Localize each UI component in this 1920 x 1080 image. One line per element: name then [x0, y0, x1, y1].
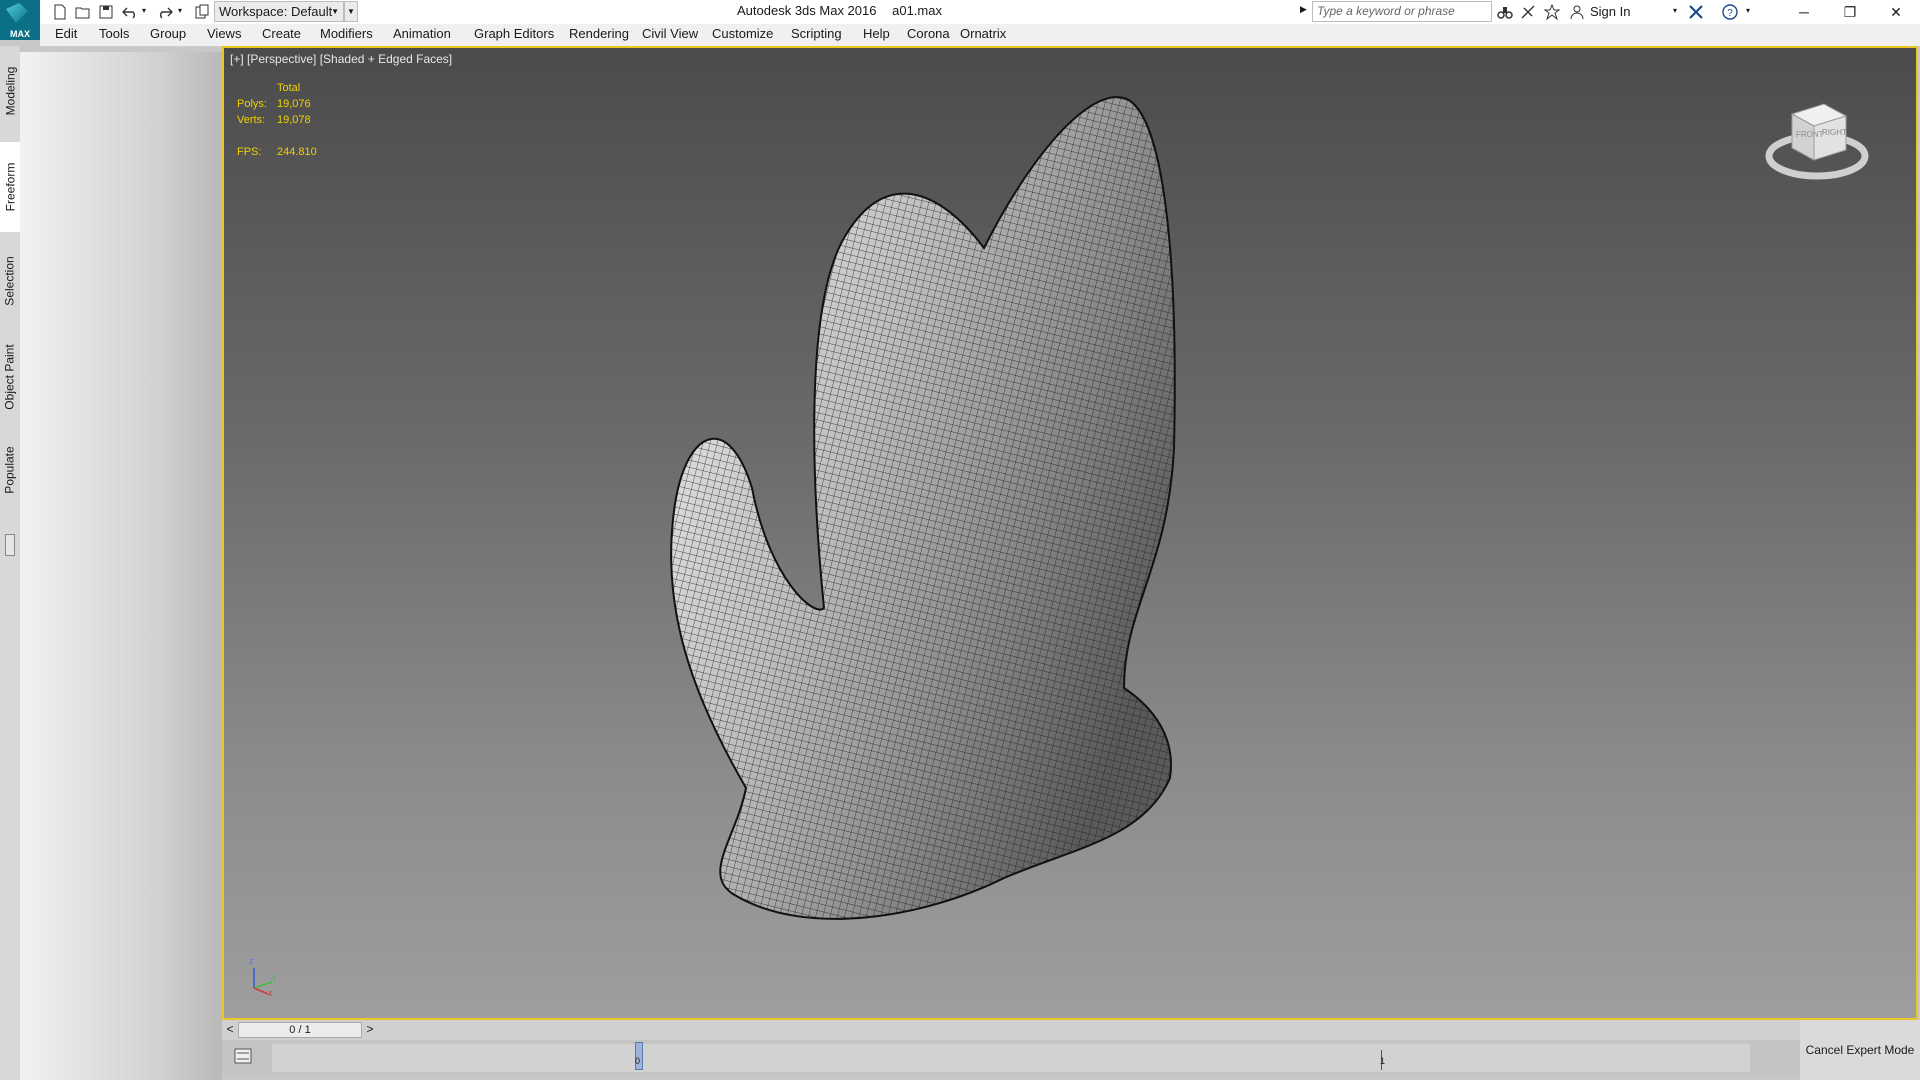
- search-input[interactable]: Type a keyword or phrase: [1312, 1, 1492, 22]
- redo-icon[interactable]: [155, 2, 175, 22]
- workspace-selector[interactable]: Workspace: Default ▼: [214, 1, 344, 22]
- user-icon[interactable]: [1567, 2, 1587, 22]
- menu-group[interactable]: Group: [150, 25, 186, 43]
- restore-button[interactable]: ❐: [1828, 0, 1872, 24]
- menu-corona[interactable]: Corona: [907, 25, 950, 43]
- axis-tripod-icon: z y x: [244, 956, 284, 1000]
- customize-quick-access-button[interactable]: ▼: [344, 1, 358, 22]
- app-title: Autodesk 3ds Max 2016: [737, 3, 877, 18]
- project-folder-icon[interactable]: [192, 2, 212, 22]
- curve-editor-icon[interactable]: [228, 1044, 258, 1068]
- time-slider-bar: [222, 1020, 1800, 1040]
- minimize-button[interactable]: ─: [1782, 0, 1826, 24]
- new-file-icon[interactable]: [50, 2, 70, 22]
- menu-modifiers[interactable]: Modifiers: [320, 25, 373, 43]
- menu-create[interactable]: Create: [262, 25, 301, 43]
- search-expand-icon[interactable]: ▶: [1300, 4, 1307, 15]
- tab-object-paint[interactable]: Object Paint: [0, 330, 20, 424]
- menu-rendering[interactable]: Rendering: [569, 25, 629, 43]
- axis-x-label: x: [268, 988, 273, 998]
- tab-freeform-label: Freeform: [3, 162, 17, 212]
- workspace-label: Workspace: Default: [219, 4, 333, 19]
- menu-civil-view[interactable]: Civil View: [642, 25, 698, 43]
- logo-label: MAX: [10, 29, 30, 39]
- menu-animation[interactable]: Animation: [393, 25, 451, 43]
- tab-populate[interactable]: Populate: [0, 434, 20, 506]
- subscription-icon[interactable]: [1518, 2, 1538, 22]
- mesh-surface: [670, 96, 1176, 920]
- menu-help[interactable]: Help: [863, 25, 890, 43]
- tab-selection[interactable]: Selection: [0, 244, 20, 318]
- app-logo-button[interactable]: MAX: [0, 0, 40, 40]
- menu-customize[interactable]: Customize: [712, 25, 773, 43]
- window-title: Autodesk 3ds Max 2016 a01.max: [737, 3, 942, 18]
- track-bar-timeline[interactable]: [272, 1044, 1750, 1072]
- binoculars-search-icon[interactable]: [1495, 2, 1515, 22]
- axis-y-label: y: [272, 972, 277, 982]
- tab-populate-label: Populate: [3, 446, 17, 494]
- cancel-expert-mode-button[interactable]: Cancel Expert Mode: [1800, 1020, 1920, 1080]
- tab-modeling[interactable]: Modeling: [0, 54, 20, 128]
- menu-graph-editors[interactable]: Graph Editors: [474, 25, 554, 43]
- viewcube-front-label: FRONT: [1796, 130, 1824, 139]
- menu-ornatrix[interactable]: Ornatrix: [960, 25, 1006, 43]
- tab-selection-label: Selection: [3, 256, 17, 306]
- open-file-icon[interactable]: [73, 2, 93, 22]
- max-logo-icon: [6, 3, 28, 23]
- file-name: a01.max: [892, 3, 942, 18]
- svg-text:?: ?: [1727, 8, 1733, 19]
- next-frame-button[interactable]: >: [364, 1022, 376, 1038]
- menu-scripting[interactable]: Scripting: [791, 25, 842, 43]
- menu-tools[interactable]: Tools: [99, 25, 129, 43]
- undo-icon[interactable]: [120, 2, 140, 22]
- viewcube[interactable]: FRONT RIGHT: [1762, 94, 1872, 184]
- help-icon[interactable]: ?: [1720, 2, 1740, 22]
- exchange-apps-icon[interactable]: [1686, 2, 1706, 22]
- perspective-viewport[interactable]: [+] [Perspective] [Shaded + Edged Faces]…: [222, 46, 1918, 1020]
- frame-end-label: 1: [1380, 1056, 1386, 1066]
- viewcube-right-label: RIGHT: [1822, 128, 1847, 137]
- help-dropdown-icon[interactable]: ▾: [1746, 6, 1750, 15]
- undo-dropdown-icon[interactable]: ▾: [142, 6, 146, 15]
- save-icon[interactable]: [96, 2, 116, 22]
- tab-freeform[interactable]: Freeform: [0, 142, 20, 232]
- redo-dropdown-icon[interactable]: ▾: [178, 6, 182, 15]
- ribbon-toggle-icon[interactable]: [5, 534, 15, 556]
- tab-modeling-label: Modeling: [3, 66, 18, 116]
- command-panel: [20, 52, 222, 1080]
- chevron-down-icon: ▼: [331, 7, 339, 16]
- tab-object-paint-label: Object Paint: [3, 344, 17, 410]
- time-slider[interactable]: 0 / 1: [238, 1022, 362, 1038]
- menu-views[interactable]: Views: [207, 25, 241, 43]
- favorites-star-icon[interactable]: [1542, 2, 1562, 22]
- sign-in-dropdown-icon[interactable]: ▾: [1673, 6, 1677, 15]
- close-button[interactable]: ✕: [1874, 0, 1918, 24]
- frame-start-label: 0: [635, 1056, 641, 1066]
- previous-frame-button[interactable]: <: [224, 1022, 236, 1038]
- axis-z-label: z: [249, 956, 254, 966]
- mesh-object[interactable]: [224, 48, 1916, 1018]
- menu-edit[interactable]: Edit: [55, 25, 77, 43]
- sign-in-link[interactable]: Sign In: [1590, 4, 1630, 19]
